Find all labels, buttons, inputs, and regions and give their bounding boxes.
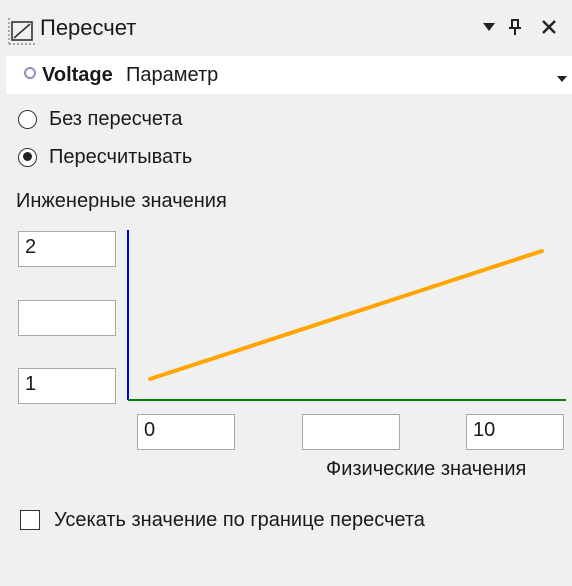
- parameter-name: Voltage: [42, 64, 113, 86]
- close-button[interactable]: [534, 12, 564, 42]
- phys-middle-field[interactable]: [302, 414, 400, 450]
- parameter-type: Параметр: [126, 64, 219, 86]
- title-bar: Пересчет: [0, 0, 572, 54]
- eng-middle-field[interactable]: [18, 300, 116, 336]
- physical-values-label: Физические значения: [326, 458, 527, 480]
- clip-label: Усекать значение по границе пересчета: [54, 508, 425, 531]
- radio-button[interactable]: [18, 109, 37, 129]
- window-title: Пересчет: [40, 15, 137, 40]
- radio-recalc[interactable]: Пересчитывать: [18, 142, 192, 172]
- eng-top-field[interactable]: 2: [18, 231, 116, 267]
- series-line: [148, 249, 544, 381]
- radio-label: Пересчитывать: [49, 145, 193, 168]
- phys-left-field[interactable]: 0: [137, 414, 235, 450]
- recalc-panel: Пересчет Voltage Параметр Без пересчета …: [0, 0, 572, 586]
- parameter-circle-icon: [24, 67, 36, 79]
- close-icon: [542, 20, 556, 34]
- clip-option[interactable]: Усекать значение по границе пересчета: [20, 506, 425, 534]
- chevron-down-icon[interactable]: [556, 70, 568, 88]
- pin-button[interactable]: [500, 12, 530, 42]
- radio-label: Без пересчета: [49, 107, 183, 130]
- eng-bottom-field[interactable]: 1: [18, 368, 116, 404]
- engineering-values-label: Инженерные значения: [16, 190, 227, 212]
- phys-right-field[interactable]: 10: [466, 414, 564, 450]
- recalc-chart-icon: [8, 16, 36, 46]
- radio-button-selected[interactable]: [18, 147, 37, 167]
- radio-no-recalc[interactable]: Без пересчета: [18, 104, 182, 134]
- dropdown-triangle-icon: [483, 23, 495, 31]
- pin-icon: [509, 19, 521, 35]
- recalc-chart: [127, 230, 566, 401]
- clip-checkbox[interactable]: [20, 510, 40, 530]
- parameter-selector[interactable]: Voltage Параметр: [6, 56, 572, 94]
